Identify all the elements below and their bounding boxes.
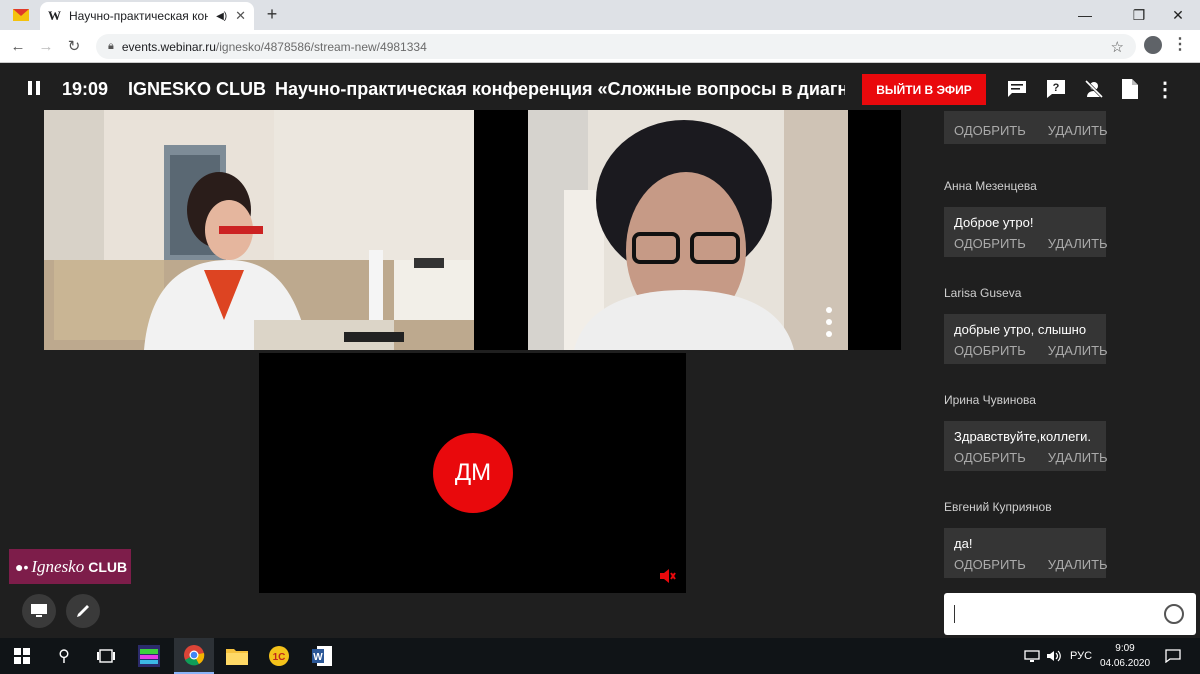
svg-text:W: W bbox=[313, 652, 323, 663]
1c-app-icon[interactable]: 1С bbox=[266, 638, 292, 674]
forward-button[interactable]: → bbox=[36, 36, 56, 56]
logo-club-text: CLUB bbox=[88, 558, 128, 575]
questions-icon[interactable]: ? bbox=[1045, 78, 1067, 100]
back-button[interactable]: ← bbox=[8, 36, 28, 56]
task-view-icon[interactable] bbox=[92, 638, 120, 674]
video-tile-speaker-1[interactable] bbox=[44, 110, 474, 350]
browser-tabstrip: W Научно-практическая конф ◀︎) ✕ + — ❐ ✕ bbox=[0, 0, 1200, 30]
start-button[interactable] bbox=[8, 638, 36, 674]
video-tile-speaker-2[interactable] bbox=[474, 110, 901, 350]
chat-message-2: добрые утро, слышно ОДОБРИТЬ УДАЛИТЬ bbox=[944, 314, 1108, 364]
chat-text: Здравствуйте,коллеги. bbox=[954, 429, 1091, 444]
svg-text:?: ? bbox=[1053, 82, 1060, 94]
file-explorer-icon[interactable] bbox=[224, 638, 250, 674]
delete-button[interactable]: УДАЛИТЬ bbox=[1048, 236, 1108, 251]
office-scene-image bbox=[44, 110, 474, 350]
screen-share-button[interactable] bbox=[22, 594, 56, 628]
approve-button[interactable]: ОДОБРИТЬ bbox=[954, 450, 1026, 465]
draw-tool-button[interactable] bbox=[66, 594, 100, 628]
event-title: Научно-практическая конференция «Сложные… bbox=[275, 79, 845, 99]
input-language[interactable]: РУС bbox=[1070, 638, 1092, 674]
url-path: /ignesko/4878586/stream-new/4981334 bbox=[215, 39, 427, 54]
pause-icon[interactable] bbox=[28, 81, 42, 95]
word-icon[interactable]: W bbox=[309, 638, 335, 674]
participant-avatar: ДМ bbox=[433, 433, 513, 513]
broadcast-time: 19:09 bbox=[62, 79, 109, 99]
logo-text: Ignesko bbox=[31, 556, 85, 576]
chat-text: Доброе утро! bbox=[954, 215, 1034, 230]
search-icon[interactable]: ⚲ bbox=[50, 638, 78, 674]
delete-button[interactable]: УДАЛИТЬ bbox=[1048, 123, 1108, 138]
brush-icon bbox=[77, 605, 89, 617]
address-bar: ← → ↻ 🔒︎ events.webinar.ru /ignesko/4878… bbox=[0, 30, 1200, 63]
chat-author: Анна Мезенцева bbox=[944, 179, 1037, 193]
volume-icon[interactable] bbox=[1046, 638, 1062, 674]
speaker-webcam-image bbox=[474, 110, 901, 350]
reload-button[interactable]: ↻ bbox=[64, 36, 84, 56]
mail-icon bbox=[13, 9, 29, 21]
chat-author: Евгений Куприянов bbox=[944, 500, 1052, 514]
tab-title: Научно-практическая конф bbox=[69, 9, 209, 23]
participants-off-icon[interactable] bbox=[1083, 78, 1105, 100]
gmail-pinned-tab[interactable] bbox=[8, 5, 34, 25]
tile-menu-icon[interactable] bbox=[826, 307, 832, 337]
text-caret bbox=[954, 605, 955, 623]
windows-taskbar: ⚲ 1С W РУС 9:09 04.06.2020 bbox=[0, 638, 1200, 674]
notifications-icon[interactable] bbox=[1165, 638, 1181, 674]
video-stage: ДМ bbox=[0, 110, 940, 640]
muted-speaker-icon bbox=[660, 569, 676, 583]
webinar-favicon-icon: W bbox=[48, 8, 61, 23]
approve-button[interactable]: ОДОБРИТЬ bbox=[954, 123, 1026, 138]
chat-icon[interactable] bbox=[1006, 78, 1028, 100]
audio-playing-icon[interactable]: ◀︎) bbox=[216, 11, 227, 22]
go-live-button[interactable]: ВЫЙТИ В ЭФИР bbox=[862, 74, 986, 105]
system-clock[interactable]: 9:09 04.06.2020 bbox=[1098, 641, 1152, 671]
svg-text:1С: 1С bbox=[273, 652, 286, 663]
url-host: events.webinar.ru bbox=[121, 39, 216, 54]
chat-message-0: ОДОБРИТЬ УДАЛИТЬ bbox=[944, 111, 1108, 144]
chrome-icon bbox=[184, 645, 205, 666]
monitor-icon bbox=[31, 604, 47, 617]
chat-message-1: Доброе утро! ОДОБРИТЬ УДАЛИТЬ bbox=[944, 207, 1108, 257]
delete-button[interactable]: УДАЛИТЬ bbox=[1048, 450, 1108, 465]
bookmark-star-icon[interactable]: ☆ bbox=[1111, 38, 1124, 56]
chat-author: Ирина Чувинова bbox=[944, 393, 1036, 407]
account-avatar-icon[interactable] bbox=[1144, 36, 1162, 54]
delete-button[interactable]: УДАЛИТЬ bbox=[1048, 343, 1108, 358]
chat-message-4: да! ОДОБРИТЬ УДАЛИТЬ bbox=[944, 528, 1108, 578]
tab-close-icon[interactable]: ✕ bbox=[235, 8, 246, 24]
video-tile-participant-3[interactable]: ДМ bbox=[259, 353, 686, 593]
chrome-taskbar-button[interactable] bbox=[174, 638, 214, 674]
document-icon[interactable] bbox=[1119, 78, 1141, 100]
windows-logo-icon bbox=[14, 648, 30, 664]
chat-text: добрые утро, слышно bbox=[954, 322, 1087, 337]
chat-message-3: Здравствуйте,коллеги. ОДОБРИТЬ УДАЛИТЬ bbox=[944, 421, 1108, 471]
approve-button[interactable]: ОДОБРИТЬ bbox=[954, 343, 1026, 358]
clock-date: 04.06.2020 bbox=[1099, 658, 1151, 669]
more-options-icon[interactable]: ⋮ bbox=[1154, 78, 1176, 101]
approve-button[interactable]: ОДОБРИТЬ bbox=[954, 236, 1026, 251]
chat-message-input[interactable] bbox=[944, 593, 1196, 635]
logo-dots-icon: ●• bbox=[15, 558, 29, 575]
chat-panel: ОДОБРИТЬ УДАЛИТЬ Анна Мезенцева Доброе у… bbox=[940, 111, 1200, 635]
app-icon-color[interactable] bbox=[136, 638, 162, 674]
organizer-name: IGNESKO CLUB bbox=[128, 79, 267, 99]
new-tab-button[interactable]: + bbox=[262, 4, 282, 25]
approve-button[interactable]: ОДОБРИТЬ bbox=[954, 557, 1026, 572]
active-tab[interactable]: W Научно-практическая конф ◀︎) ✕ bbox=[40, 2, 254, 30]
url-field[interactable]: 🔒︎ events.webinar.ru /ignesko/4878586/st… bbox=[96, 34, 1136, 59]
close-window-button[interactable]: ✕ bbox=[1156, 0, 1200, 30]
browser-menu-icon[interactable]: ⋮ bbox=[1172, 34, 1188, 54]
ignesko-club-logo: ●• Ignesko CLUB bbox=[9, 549, 131, 584]
minimize-button[interactable]: — bbox=[1062, 0, 1108, 30]
chat-text: да! bbox=[954, 536, 973, 551]
webinar-header: 19:09 IGNESKO CLUB Научно-практическая к… bbox=[0, 63, 1200, 115]
network-icon[interactable] bbox=[1024, 638, 1040, 674]
emoji-picker-icon[interactable] bbox=[1164, 604, 1184, 624]
lock-icon: 🔒︎ bbox=[108, 40, 114, 52]
delete-button[interactable]: УДАЛИТЬ bbox=[1048, 557, 1108, 572]
clock-time: 9:09 bbox=[1115, 643, 1135, 654]
chat-author: Larisa Guseva bbox=[944, 286, 1022, 300]
